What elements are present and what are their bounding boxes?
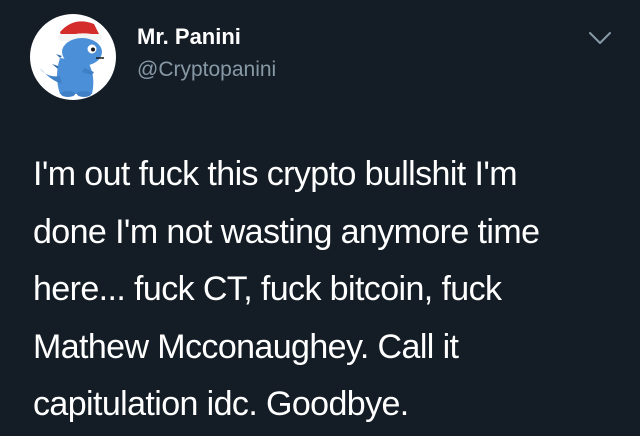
tweet-text-line: I'm out fuck this crypto bullshit I'm	[33, 155, 518, 193]
blue-dinosaur-santa-hat-avatar-icon	[40, 21, 104, 97]
tweet-text: I'm out fuck this crypto bullshit I'm do…	[33, 146, 623, 434]
display-name[interactable]: Mr. Panini	[137, 23, 241, 51]
tweet-text-line: done I'm not wasting anymore time	[33, 212, 540, 251]
avatar[interactable]	[30, 14, 116, 100]
tweet-menu-button[interactable]	[588, 30, 612, 46]
user-handle[interactable]: @Cryptopanini	[137, 56, 276, 84]
tweet-text-line: capitulation idc. Goodbye.	[33, 385, 409, 423]
tweet-text-line: Mathew Mcconaughey. Call it	[33, 327, 459, 366]
tweet-card: Mr. Panini @Cryptopanini I'm out fuck th…	[0, 0, 640, 436]
tweet-text-line: here... fuck CT, fuck bitcoin, fuck	[33, 270, 502, 308]
chevron-down-icon	[589, 32, 611, 44]
